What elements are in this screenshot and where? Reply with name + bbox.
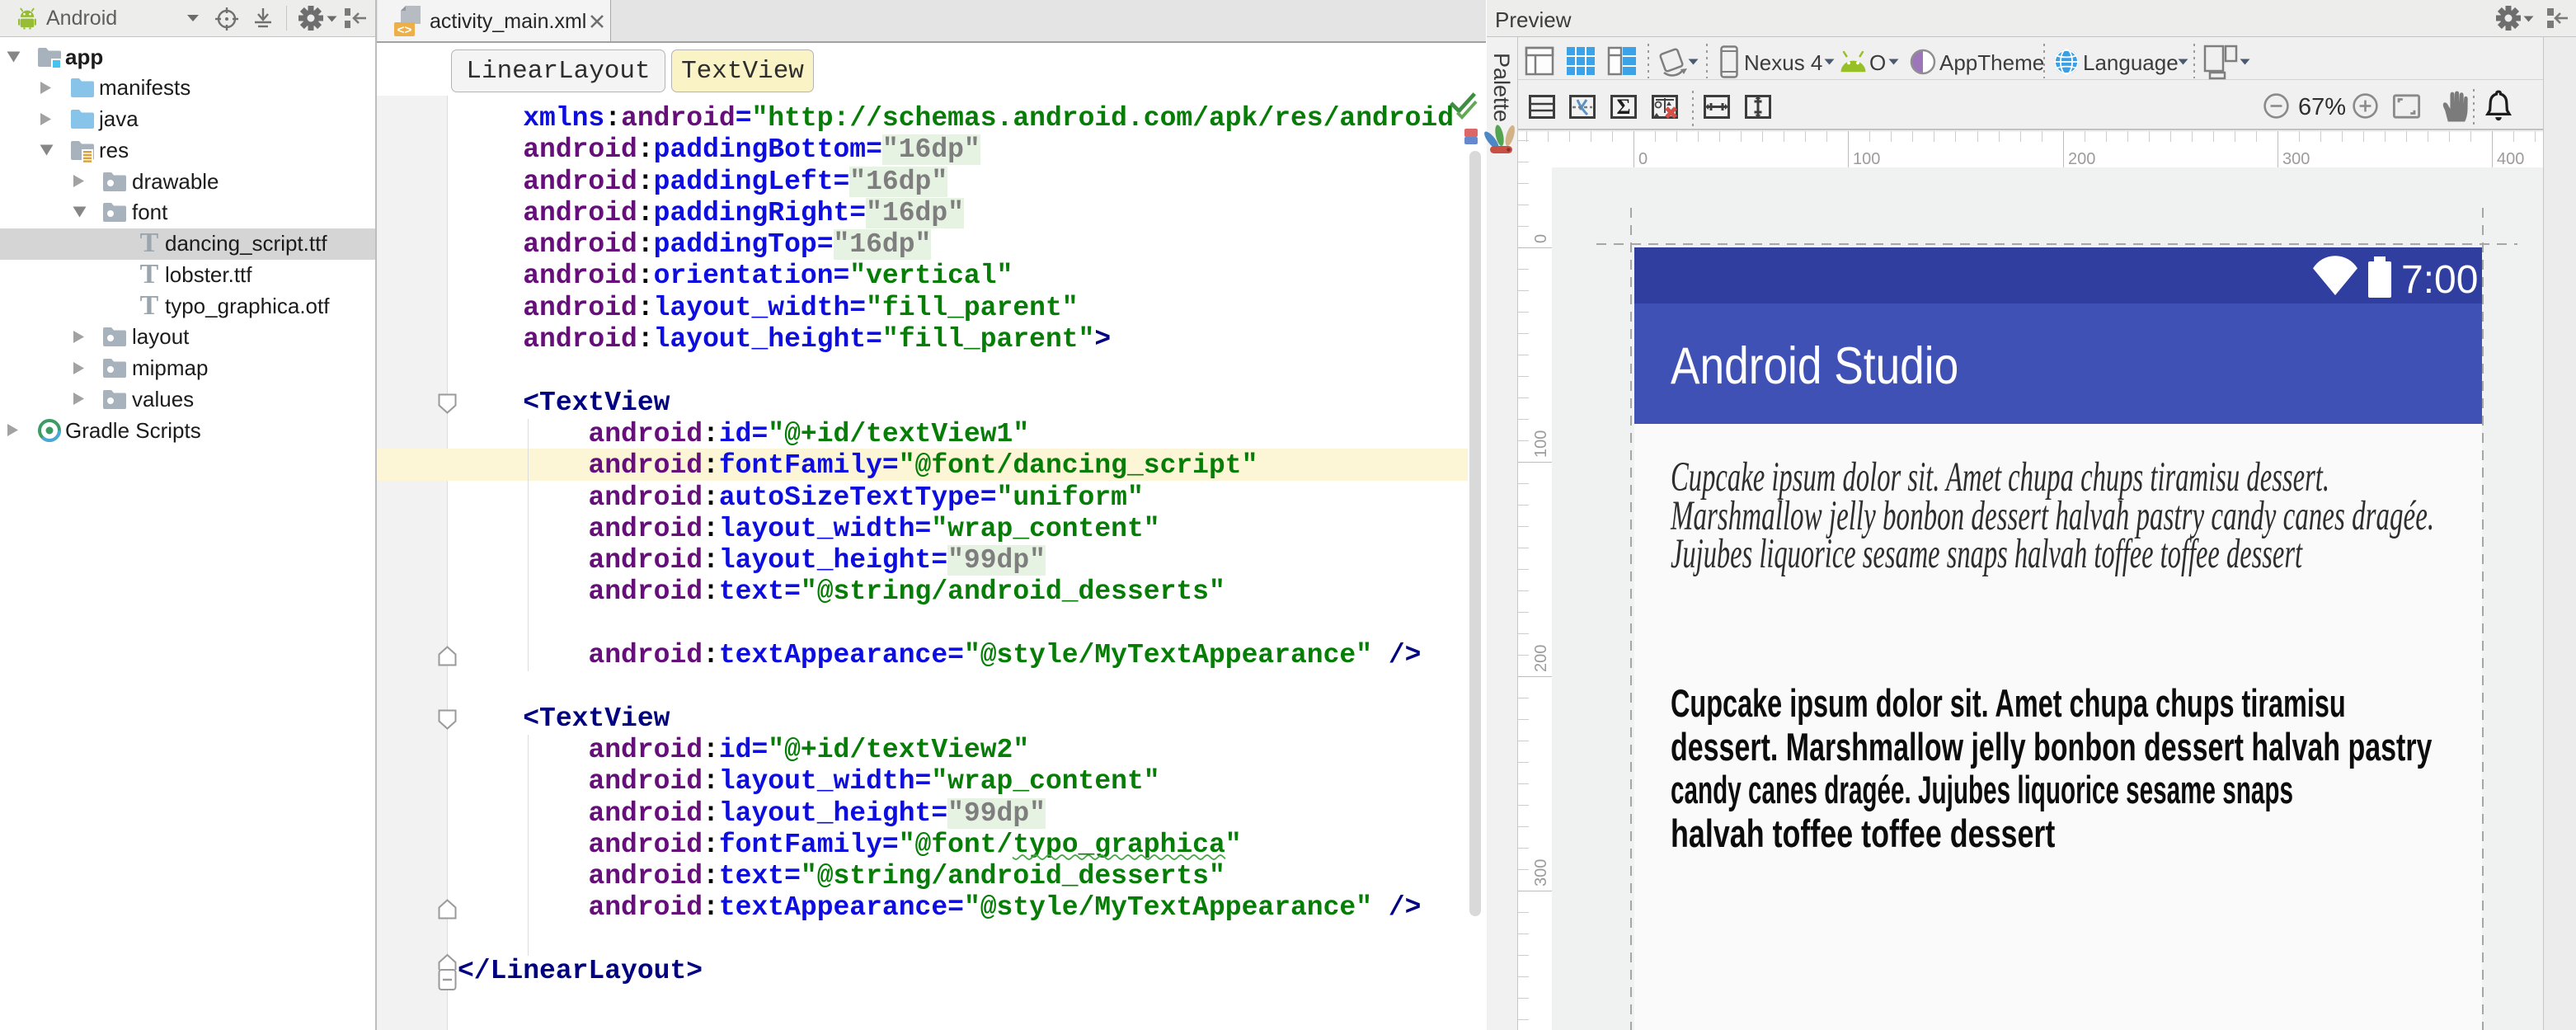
svg-text:<>: <> <box>397 24 411 38</box>
